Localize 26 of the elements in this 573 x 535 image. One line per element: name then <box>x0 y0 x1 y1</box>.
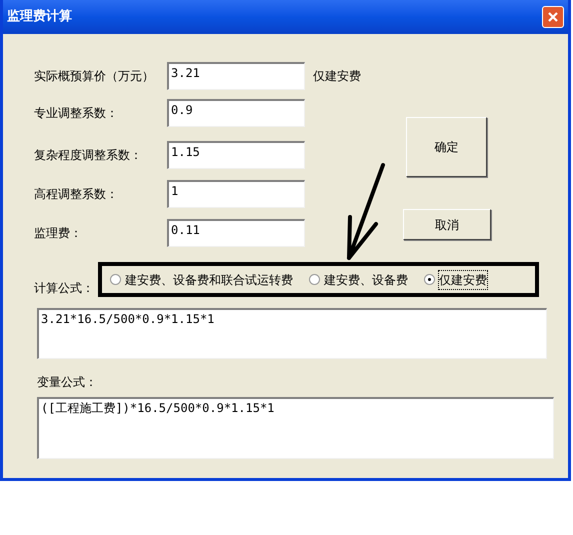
window-title: 监理费计算 <box>7 8 72 26</box>
radio-button[interactable] <box>424 274 435 285</box>
radio-label: 建安费、设备费和联合试运转费 <box>125 272 293 288</box>
close-button[interactable] <box>542 6 564 28</box>
ok-button[interactable]: 确定 <box>406 117 487 177</box>
input-field[interactable]: 0.11 <box>167 219 305 247</box>
radio-button[interactable] <box>110 274 121 285</box>
close-icon <box>547 11 559 23</box>
field-label: 监理费： <box>34 225 83 242</box>
input-field[interactable]: 1.15 <box>167 141 305 169</box>
input-field[interactable]: 0.9 <box>167 99 305 127</box>
formula-label: 计算公式： <box>34 280 95 297</box>
radio-label: 建安费、设备费 <box>324 272 408 288</box>
field-label: 实际概预算价（万元） <box>34 68 155 85</box>
field-label: 专业调整系数： <box>34 105 119 122</box>
variable-formula-label: 变量公式： <box>37 374 97 391</box>
formula-box[interactable]: 3.21*16.5/500*0.9*1.15*1 <box>37 308 547 359</box>
input-field[interactable]: 1 <box>167 180 305 208</box>
cancel-button[interactable]: 取消 <box>403 209 491 240</box>
field-label: 高程调整系数： <box>34 186 119 203</box>
field-label: 复杂程度调整系数： <box>34 147 143 164</box>
radio-label: 仅建安费 <box>439 270 487 288</box>
radio-button[interactable] <box>309 274 320 285</box>
field-note: 仅建安费 <box>313 68 361 85</box>
input-field[interactable]: 3.21 <box>167 62 305 90</box>
variable-formula-box[interactable]: ([工程施工费])*16.5/500*0.9*1.15*1 <box>37 397 554 459</box>
